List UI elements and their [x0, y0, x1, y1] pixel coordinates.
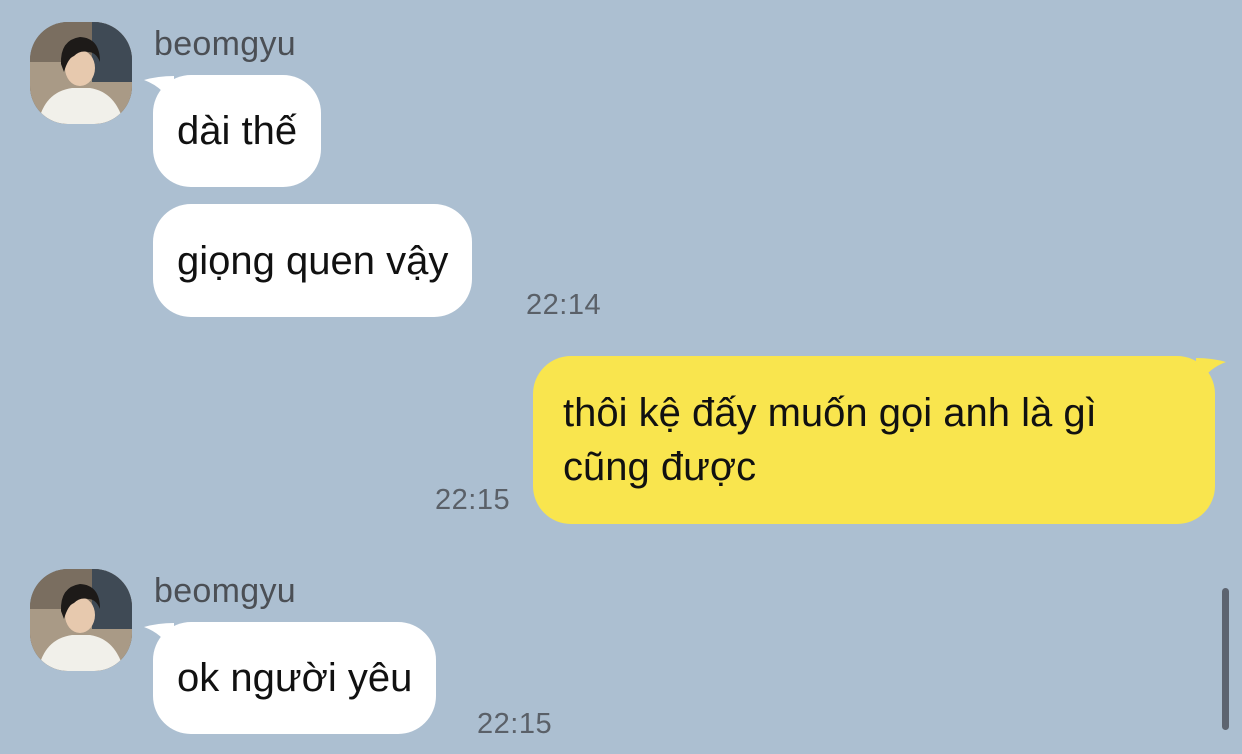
message-bubble-outgoing[interactable]: thôi kệ đấy muốn gọi anh là gì cũng được	[533, 356, 1215, 524]
message-bubble[interactable]: dài thế	[153, 75, 322, 187]
profile-photo-icon	[30, 22, 132, 124]
bubble-tail	[1196, 358, 1226, 392]
chat-message-list[interactable]: beomgyu dài thế giọng quen vậy 22:14 22:…	[0, 0, 1242, 754]
sender-name: beomgyu	[154, 25, 296, 63]
avatar[interactable]	[30, 569, 132, 671]
message-bubble[interactable]: ok người yêu	[153, 622, 437, 734]
message-timestamp: 22:15	[435, 484, 511, 516]
message-bubble[interactable]: giọng quen vậy	[153, 204, 473, 317]
scrollbar[interactable]	[1222, 588, 1229, 730]
profile-photo-icon	[30, 569, 132, 671]
message-timestamp: 22:14	[526, 289, 602, 321]
sender-name: beomgyu	[154, 572, 296, 610]
avatar[interactable]	[30, 22, 132, 124]
message-timestamp: 22:15	[477, 708, 553, 740]
